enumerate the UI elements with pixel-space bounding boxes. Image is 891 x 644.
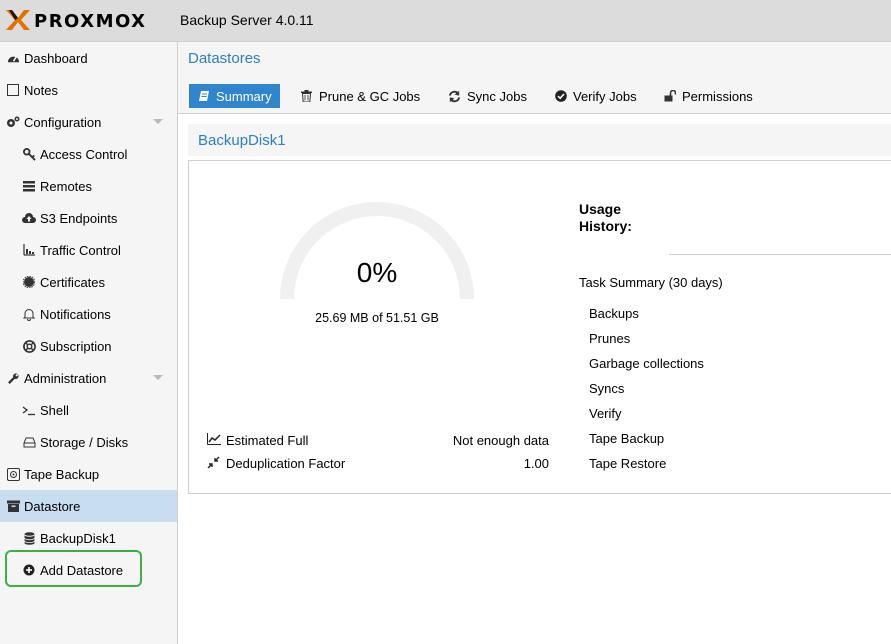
server-icon (22, 179, 36, 193)
task-item-prunes: Prunes (589, 331, 631, 346)
datastore-summary-panel: 0% 25.69 MB of 51.51 GB Estimated Full N… (188, 160, 891, 494)
task-item-syncs: Syncs (589, 381, 625, 396)
tab-bar: Summary Prune & GC Jobs Sync Jobs Verify… (178, 74, 891, 114)
terminal-icon (22, 403, 36, 417)
title-bar: Datastores (178, 42, 891, 74)
stat-value: 1.00 (523, 455, 549, 471)
sidebar-item-tape-backup[interactable]: Tape Backup (0, 458, 177, 490)
tab-prune-gc-jobs[interactable]: Prune & GC Jobs (292, 84, 428, 108)
tab-label: Permissions (682, 88, 753, 104)
usage-history-label: Usage History: (579, 201, 632, 234)
stat-label: Deduplication Factor (226, 455, 346, 471)
sidebar-item-label: Notifications (40, 306, 111, 322)
wrench-icon (6, 371, 20, 385)
compress-icon (207, 456, 221, 470)
notes-icon (6, 83, 20, 97)
sidebar-item-label: Administration (24, 370, 107, 386)
sidebar-item-administration[interactable]: Administration (0, 362, 177, 394)
top-bar: PROXMOX Backup Server 4.0.11 (0, 0, 891, 42)
sidebar-item-configuration[interactable]: Configuration (0, 106, 177, 138)
tab-label: Verify Jobs (573, 88, 637, 104)
panel-title: BackupDisk1 (198, 132, 286, 149)
sidebar-item-datastore[interactable]: Datastore (0, 490, 177, 522)
task-item-backups: Backups (589, 306, 639, 321)
certificate-icon (22, 275, 36, 289)
task-summary-title: Task Summary (30 days) (579, 275, 723, 290)
key-icon (22, 147, 36, 161)
main-content: Datastores Summary Prune & GC Jobs Sync … (178, 42, 891, 644)
tape-icon (6, 467, 20, 481)
tab-label: Summary (216, 88, 272, 104)
gauge-usage-text: 25.69 MB of 51.51 GB (315, 311, 439, 325)
sidebar-item-traffic-control[interactable]: Traffic Control (0, 234, 177, 266)
sidebar-item-label: Certificates (40, 274, 106, 290)
sidebar-item-certificates[interactable]: Certificates (0, 266, 177, 298)
sidebar-item-label: Traffic Control (40, 242, 121, 258)
unlock-icon (663, 90, 676, 103)
usage-history-chart (669, 254, 891, 255)
line-chart-icon (207, 433, 221, 447)
stat-row-estimated-full: Estimated Full Not enough data (207, 430, 549, 450)
archive-icon (6, 499, 20, 513)
sidebar-item-notifications[interactable]: Notifications (0, 298, 177, 330)
refresh-icon (448, 90, 461, 103)
sidebar-item-s3-endpoints[interactable]: S3 Endpoints (0, 202, 177, 234)
sidebar-item-storage-disks[interactable]: Storage / Disks (0, 426, 177, 458)
sidebar-item-label: Datastore (24, 498, 81, 514)
sidebar-item-label: Tape Backup (24, 466, 100, 482)
task-item-tape-backup: Tape Backup (589, 431, 665, 446)
trash-icon (300, 90, 313, 103)
dashboard-icon (6, 51, 20, 65)
sidebar-item-notes[interactable]: Notes (0, 74, 177, 106)
page-title: Datastores (188, 50, 261, 67)
sidebar-item-label: S3 Endpoints (40, 210, 118, 226)
book-icon (197, 90, 210, 103)
stat-label: Estimated Full (226, 432, 309, 448)
task-item-garbage-collections: Garbage collections (589, 356, 704, 371)
sidebar-item-subscription[interactable]: Subscription (0, 330, 177, 362)
sidebar-item-label: Access Control (40, 146, 128, 162)
proxmox-logo: PROXMOX (6, 10, 147, 32)
sidebar-item-remotes[interactable]: Remotes (0, 170, 177, 202)
stat-row-deduplication-factor: Deduplication Factor 1.00 (207, 453, 549, 473)
gears-icon (6, 115, 20, 129)
task-item-tape-restore: Tape Restore (589, 456, 667, 471)
panel-area: BackupDisk1 0% 25.69 MB of 51.51 GB Esti… (178, 114, 891, 644)
sidebar: Dashboard Notes Configuration Access Con… (0, 42, 178, 644)
sidebar-item-label: Configuration (24, 114, 102, 130)
tab-label: Prune & GC Jobs (319, 88, 421, 104)
lifebuoy-icon (22, 339, 36, 353)
sidebar-item-label: Remotes (40, 178, 93, 194)
svg-text:PROXMOX: PROXMOX (34, 11, 147, 32)
usage-gauge (280, 202, 474, 300)
sidebar-item-label: BackupDisk1 (40, 530, 116, 546)
sidebar-item-access-control[interactable]: Access Control (0, 138, 177, 170)
sidebar-item-label: Dashboard (24, 50, 88, 66)
database-icon (22, 531, 36, 545)
hdd-icon (22, 435, 36, 449)
tab-summary[interactable]: Summary (189, 84, 280, 108)
chevron-down-icon[interactable] (153, 375, 163, 380)
check-circle-icon (554, 90, 567, 103)
sidebar-item-label: Notes (24, 82, 58, 98)
tab-sync-jobs[interactable]: Sync Jobs (440, 84, 535, 108)
cloud-upload-icon (22, 211, 36, 225)
sidebar-item-dashboard[interactable]: Dashboard (0, 42, 177, 74)
app-title: Backup Server 4.0.11 (180, 12, 314, 28)
bell-icon (22, 307, 36, 321)
tab-verify-jobs[interactable]: Verify Jobs (546, 84, 645, 108)
stat-value: Not enough data (452, 432, 549, 448)
sidebar-item-label: Shell (40, 402, 69, 418)
task-item-verify: Verify (589, 406, 622, 421)
tab-permissions[interactable]: Permissions (655, 84, 761, 108)
sidebar-item-label: Subscription (40, 338, 112, 354)
chevron-down-icon[interactable] (153, 119, 163, 124)
tab-label: Sync Jobs (467, 88, 527, 104)
chart-bars-icon (22, 243, 36, 257)
sidebar-item-shell[interactable]: Shell (0, 394, 177, 426)
sidebar-item-label: Storage / Disks (40, 434, 129, 450)
panel-header: BackupDisk1 (188, 124, 891, 156)
gauge-percentage: 0% (356, 257, 398, 288)
add-datastore-highlight (5, 550, 142, 587)
